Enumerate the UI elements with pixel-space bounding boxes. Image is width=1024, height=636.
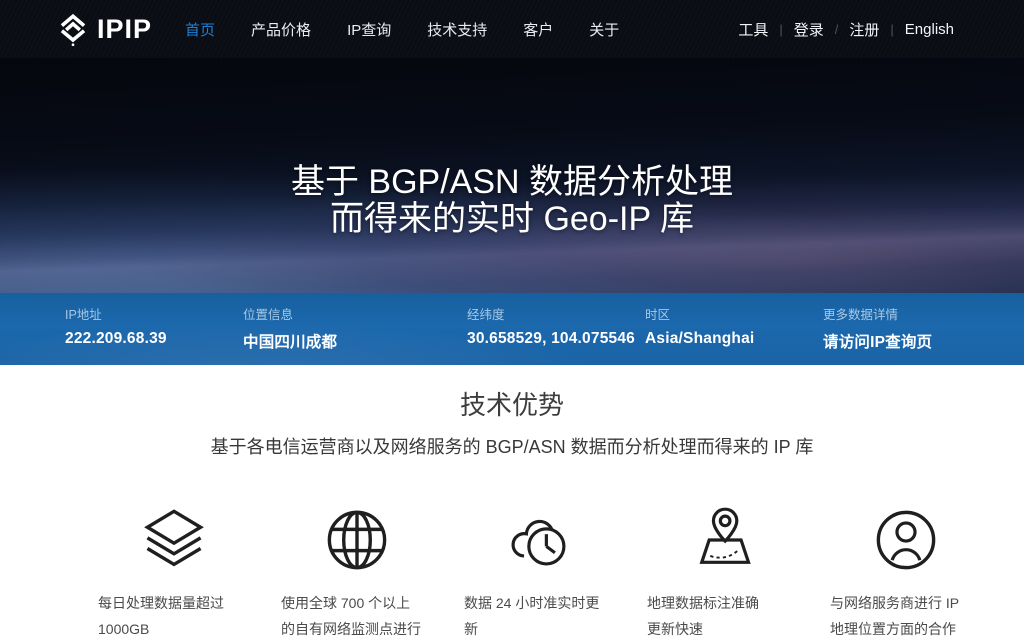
info-label: 经纬度 (467, 308, 505, 322)
feature-text: 与网络服务商进行 IP 地理位置方面的合作 (830, 595, 960, 636)
visitor-ip-infobar: IP地址 222.209.68.39 位置信息 中国四川成都 经纬度 30.65… (0, 293, 1024, 365)
ipip-logo[interactable]: IPIP (56, 11, 152, 47)
feature-text: 使用全球 700 个以上 的自有网络监测点进行 辅助测量 (281, 595, 421, 636)
nav-item-about[interactable]: 关于 (589, 19, 619, 40)
map-pin-icon (689, 506, 757, 574)
ip-lookup-page-link[interactable]: 请访问IP查询页 (823, 330, 994, 352)
info-col-timezone: 时区 Asia/Shanghai (645, 304, 823, 348)
ip-address-value: 222.209.68.39 (65, 330, 167, 347)
top-navbar: IPIP 首页 产品价格 IP查询 技术支持 客户 关于 工具 | 登录 / 注… (0, 0, 1024, 58)
cloud-clock-icon (506, 506, 574, 574)
nav-item-ip-lookup[interactable]: IP查询 (347, 19, 391, 40)
tech-advantages-section: 技术优势 基于各电信运营商以及网络服务的 BGP/ASN 数据而分析处理而得来的… (0, 365, 1024, 636)
user-circle-icon (872, 506, 940, 574)
features-row: 每日处理数据量超过 1000GB 使用全球 700 个以上 的自有网络监测点进行… (0, 506, 1024, 636)
info-col-coordinates: 经纬度 30.658529, 104.075546 (467, 304, 645, 348)
language-switch-english[interactable]: English (905, 21, 954, 38)
location-value: 中国四川成都 (243, 334, 338, 351)
info-label: IP地址 (65, 308, 102, 322)
separator: | (890, 21, 894, 37)
knot-icon (56, 11, 90, 47)
feature-daily-data: 每日处理数据量超过 1000GB (98, 506, 250, 636)
logo-text: IPIP (97, 13, 153, 44)
nav-item-pricing[interactable]: 产品价格 (251, 19, 311, 40)
section-heading: 技术优势 (459, 390, 564, 420)
login-link[interactable]: 登录 (794, 19, 824, 40)
separator: | (779, 21, 783, 37)
separator: / (834, 21, 839, 37)
coordinates-value: 30.658529, 104.075546 (467, 330, 635, 347)
hero-title: 基于 BGP/ASN 数据分析处理 而得来的实时 Geo-IP 库 (290, 163, 734, 238)
info-label: 时区 (645, 308, 671, 322)
feature-text: 每日处理数据量超过 1000GB (98, 595, 224, 636)
nav-item-home[interactable]: 首页 (185, 19, 215, 40)
main-menu: 首页 产品价格 IP查询 技术支持 客户 关于 (185, 19, 619, 40)
timezone-value: Asia/Shanghai (645, 330, 755, 347)
feature-realtime-update: 数据 24 小时准实时更 新 (464, 506, 616, 636)
info-col-ip-address: IP地址 222.209.68.39 (65, 304, 243, 348)
nav-item-support[interactable]: 技术支持 (427, 19, 487, 40)
feature-text: 地理数据标注准确 更新快速 (647, 595, 759, 636)
hero-banner: 基于 BGP/ASN 数据分析处理 而得来的实时 Geo-IP 库 (0, 58, 1024, 293)
feature-accurate-geodata: 地理数据标注准确 更新快速 (647, 506, 799, 636)
nav-item-customers[interactable]: 客户 (523, 19, 553, 40)
feature-text: 数据 24 小时准实时更 新 (464, 595, 600, 636)
nav-right-links: 工具 | 登录 / 注册 | English (738, 19, 954, 40)
info-col-location: 位置信息 中国四川成都 (243, 304, 467, 352)
feature-global-probes: 使用全球 700 个以上 的自有网络监测点进行 辅助测量 (281, 506, 433, 636)
register-link[interactable]: 注册 (849, 19, 879, 40)
layers-icon (140, 506, 208, 574)
info-label: 更多数据详情 (823, 308, 899, 322)
info-label: 位置信息 (243, 308, 294, 322)
info-col-more-details: 更多数据详情 请访问IP查询页 (823, 304, 994, 352)
tools-link[interactable]: 工具 (738, 19, 768, 40)
globe-icon (323, 506, 391, 574)
section-subheading: 基于各电信运营商以及网络服务的 BGP/ASN 数据而分析处理而得来的 IP 库 (210, 437, 814, 457)
feature-isp-cooperation: 与网络服务商进行 IP 地理位置方面的合作 (830, 506, 982, 636)
